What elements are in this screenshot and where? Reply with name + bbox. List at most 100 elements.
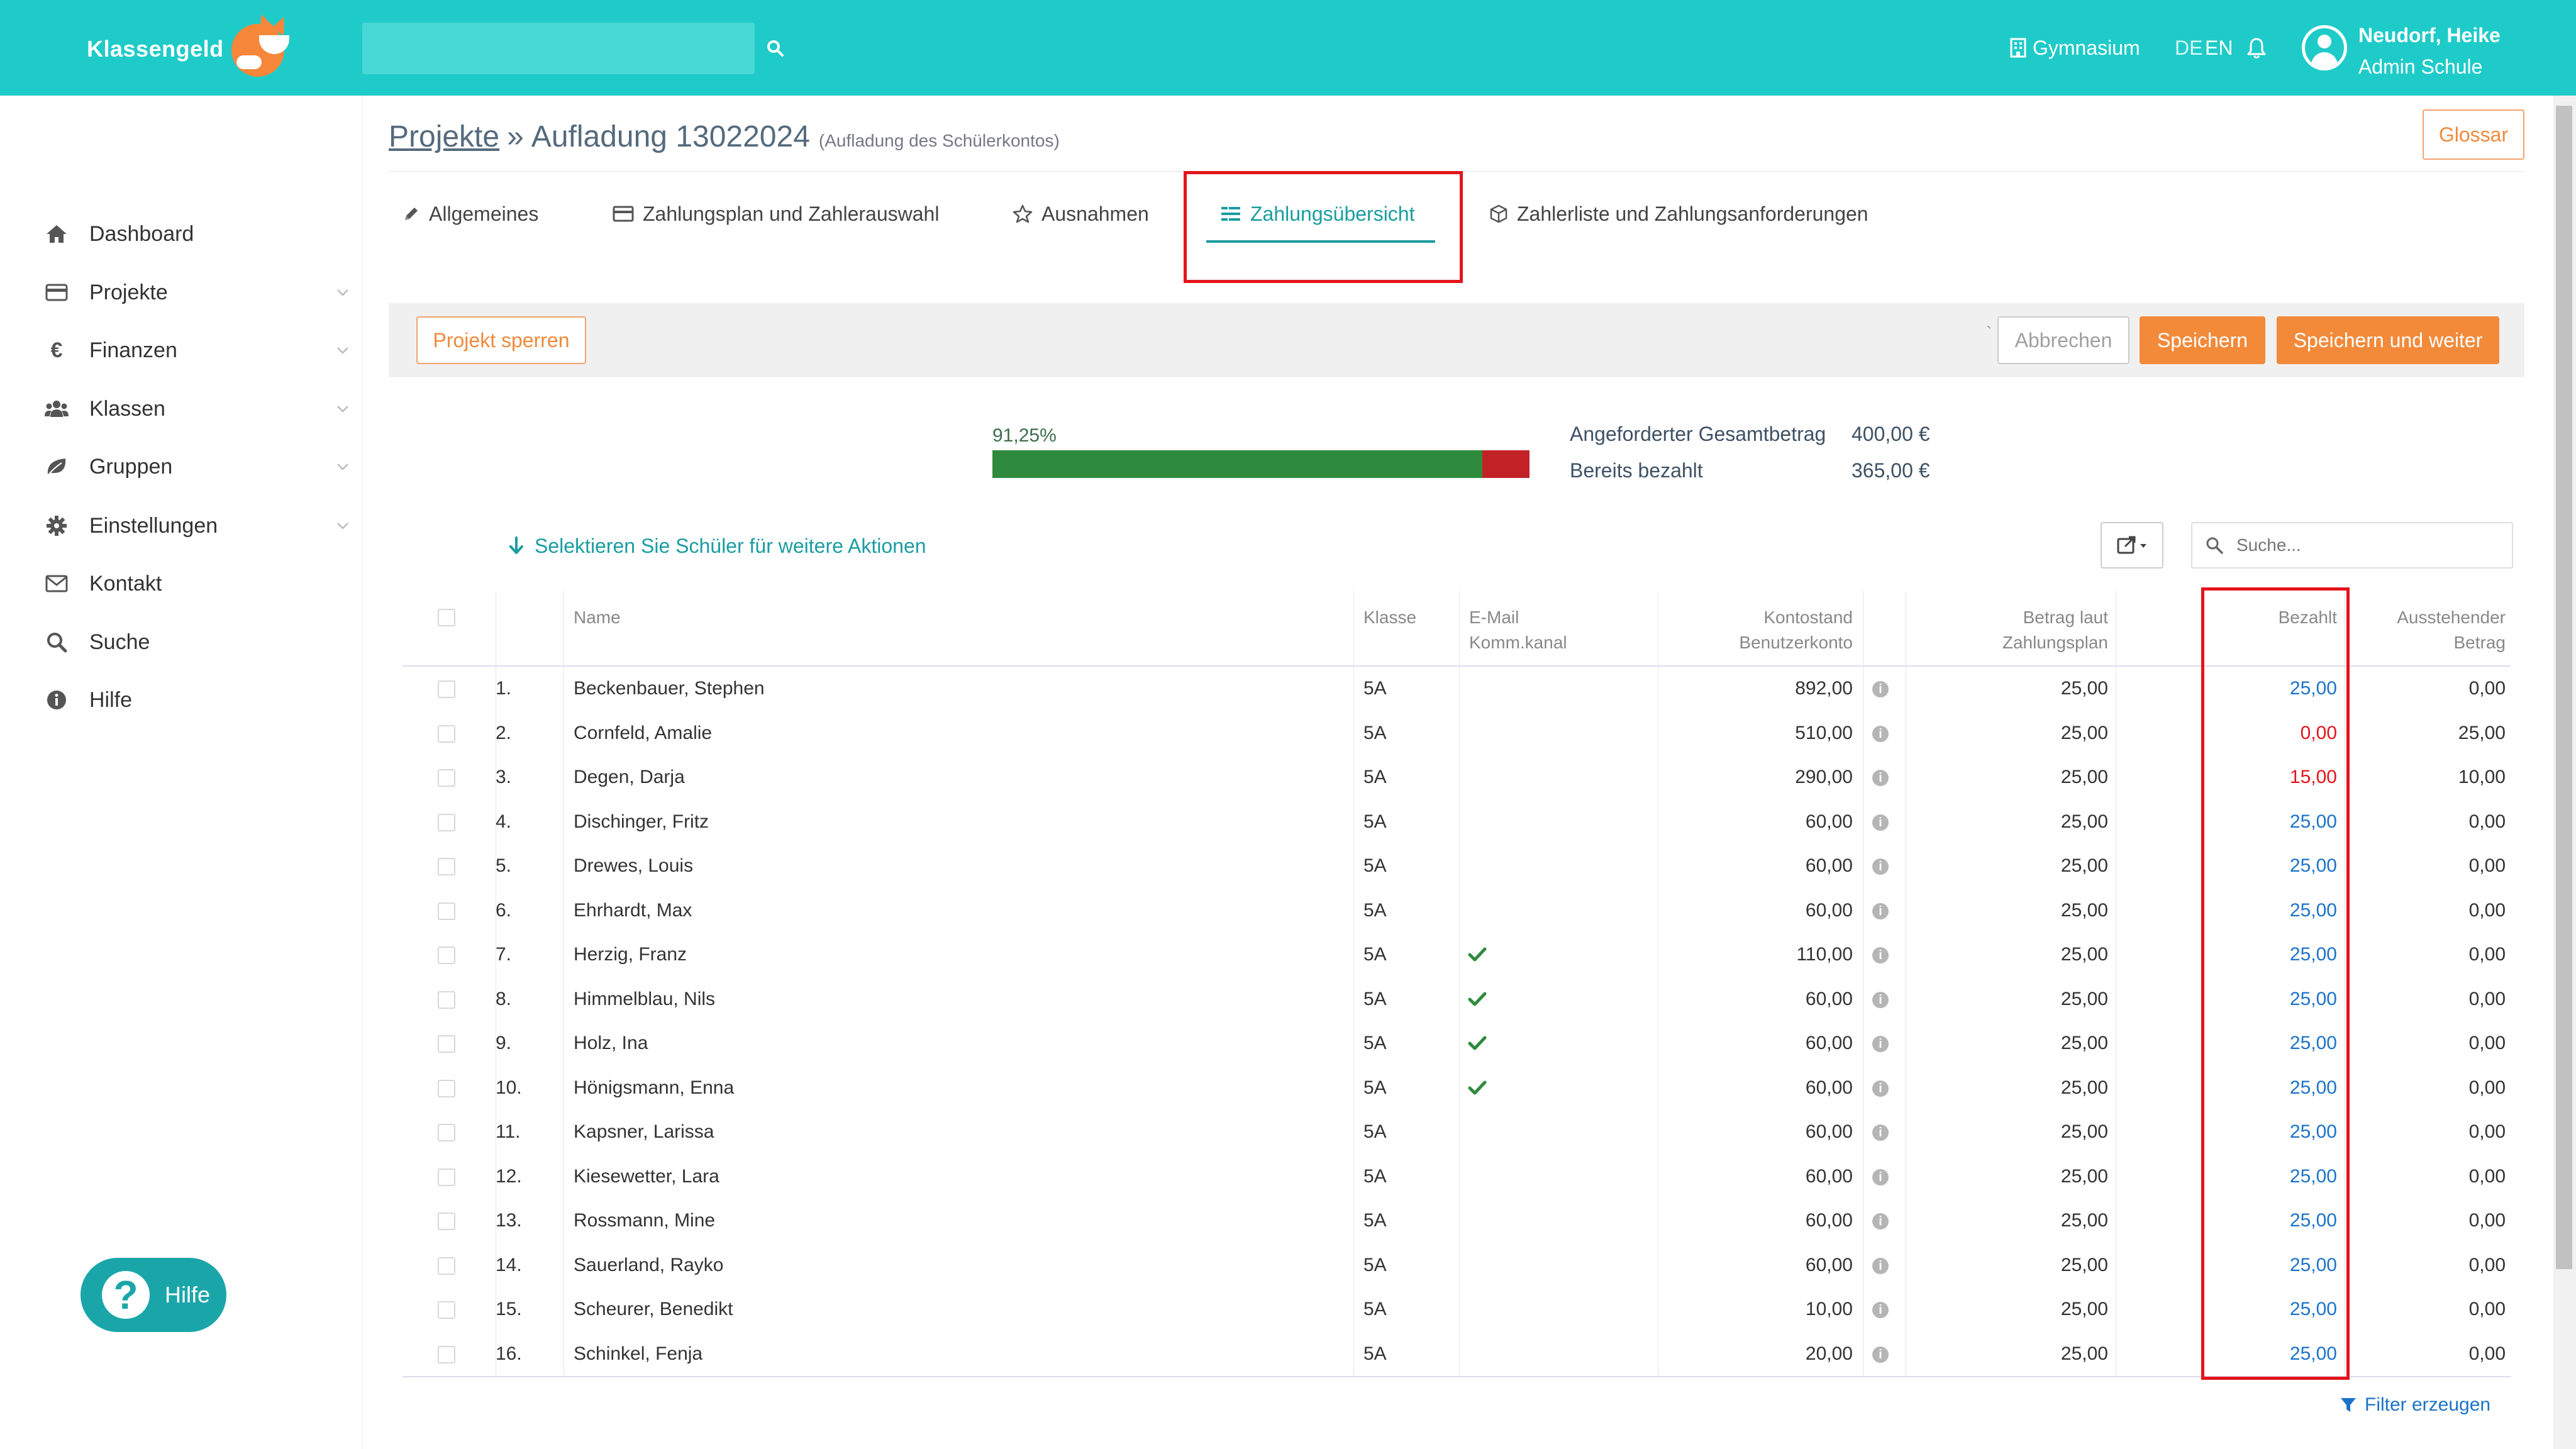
- check-icon: [1468, 1036, 1487, 1050]
- payment-progress-bar: [992, 450, 1530, 478]
- filter-link-label: Filter erzeugen: [2365, 1394, 2491, 1415]
- tab-zahlungsplan[interactable]: Zahlungsplan und Zahlerauswahl: [613, 195, 939, 233]
- sidebar-item-label: Klassen: [89, 396, 165, 421]
- cell-kontostand: 60,00: [1805, 855, 1853, 876]
- sidebar-item-hilfe[interactable]: Hilfe: [44, 675, 352, 725]
- row-checkbox[interactable]: [438, 902, 455, 920]
- row-checkbox[interactable]: [438, 724, 455, 743]
- row-checkbox[interactable]: [438, 680, 455, 698]
- cell-klasse: 5A: [1363, 988, 1387, 1009]
- cell-betrag-plan: 25,00: [2060, 1210, 2108, 1231]
- lang-en-link[interactable]: EN: [2205, 34, 2233, 62]
- sidebar-item-kontakt[interactable]: Kontakt: [44, 558, 352, 609]
- tab-zahlerliste[interactable]: Zahlerliste und Zahlungsanforderungen: [1489, 195, 1868, 233]
- cell-kontostand: 892,00: [1795, 678, 1853, 699]
- lang-de-link[interactable]: DE: [2175, 34, 2202, 62]
- euro-icon: €: [50, 338, 63, 362]
- pencil-icon: [405, 208, 418, 220]
- filter-create-link[interactable]: Filter erzeugen: [2340, 1391, 2490, 1419]
- cell-betrag-plan: 25,00: [2060, 1299, 2108, 1319]
- user-avatar-icon[interactable]: [2302, 25, 2347, 70]
- tab-ausnahmen[interactable]: Ausnahmen: [1013, 195, 1149, 233]
- payment-table: Name Klasse E-Mail Komm.kanal Kontostand B…: [402, 591, 2511, 1376]
- user-name[interactable]: Neudorf, Heike: [2358, 24, 2501, 47]
- col-header-klasse[interactable]: Klasse: [1363, 605, 1416, 630]
- tab-allgemeines[interactable]: Allgemeines: [402, 195, 538, 233]
- row-checkbox[interactable]: [438, 1124, 455, 1141]
- sidebar-item-finanzen[interactable]: € Finanzen: [44, 325, 352, 375]
- col-header-kontostand[interactable]: Kontostand Benutzerkonto: [1639, 605, 1853, 655]
- sidebar-item-suche[interactable]: Suche: [44, 617, 352, 667]
- breadcrumb-root-link[interactable]: Projekte: [389, 119, 499, 154]
- export-dropdown-button[interactable]: [2101, 522, 2163, 569]
- row-checkbox[interactable]: [438, 991, 455, 1009]
- table-search-input[interactable]: [2236, 535, 2501, 555]
- cell-klasse: 5A: [1363, 855, 1387, 876]
- cell-nr: 5.: [496, 855, 512, 876]
- global-search-input[interactable]: [362, 23, 755, 74]
- sidebar-item-projekte[interactable]: Projekte: [44, 267, 352, 318]
- lock-project-button[interactable]: Projekt sperren: [416, 316, 586, 364]
- cell-name: Himmelblau, Nils: [574, 988, 716, 1009]
- row-checkbox[interactable]: [438, 947, 455, 964]
- sidebar-item-einstellungen[interactable]: Einstellungen: [44, 501, 352, 551]
- help-floating-button[interactable]: ? Hilfe: [80, 1258, 226, 1332]
- save-and-next-button[interactable]: Speichern und weiter: [2277, 316, 2499, 364]
- table-row: 15. Scheurer, Benedikt 5A 10,00 i 25,00 25,00 0…: [402, 1287, 2511, 1332]
- row-checkbox[interactable]: [438, 1168, 455, 1186]
- gear-icon: [44, 513, 69, 538]
- col-header-plan[interactable]: Betrag laut Zahlungsplan: [1882, 605, 2108, 655]
- sidebar-item-label: Einstellungen: [89, 513, 218, 538]
- cell-klasse: 5A: [1363, 1121, 1387, 1142]
- arrow-down-icon: [509, 536, 523, 554]
- cell-nr: 4.: [496, 811, 512, 832]
- cell-nr: 13.: [496, 1210, 522, 1231]
- select-all-checkbox[interactable]: [438, 609, 455, 626]
- requested-total-label: Angeforderter Gesamtbetrag: [1570, 423, 1826, 445]
- row-checkbox[interactable]: [438, 769, 455, 787]
- row-checkbox[interactable]: [438, 1035, 455, 1053]
- brand-logo[interactable]: Klassengeld: [87, 11, 297, 77]
- glossar-button[interactable]: Glossar: [2423, 109, 2524, 160]
- scrollbar-thumb[interactable]: [2556, 106, 2572, 1269]
- bell-icon[interactable]: [2244, 35, 2269, 60]
- col-header-email[interactable]: E-Mail Komm.kanal: [1469, 605, 1567, 655]
- info-icon: [44, 687, 69, 713]
- cell-kontostand: 60,00: [1805, 988, 1853, 1009]
- fox-logo-icon: [231, 11, 297, 78]
- cell-nr: 2.: [496, 722, 512, 743]
- save-button[interactable]: Speichern: [2140, 316, 2265, 364]
- cube-icon: [1490, 204, 1507, 223]
- cell-klasse: 5A: [1363, 1210, 1387, 1231]
- row-checkbox[interactable]: [438, 813, 455, 831]
- cancel-button[interactable]: Abbrechen: [1997, 316, 2129, 364]
- cell-kontostand: 290,00: [1795, 767, 1853, 787]
- table-row: 16. Schinkel, Fenja 5A 20,00 i 25,00 25,00 0,00: [402, 1332, 2511, 1377]
- sidebar-item-klassen[interactable]: Klassen: [44, 384, 352, 434]
- sidebar-item-dashboard[interactable]: Dashboard: [44, 209, 352, 259]
- col-header-email-line2: Komm.kanal: [1469, 633, 1567, 652]
- col-header-name[interactable]: Name: [574, 605, 621, 630]
- user-role: Admin Schule: [2358, 55, 2483, 78]
- breadcrumb: Projekte » Aufladung 13022024 (Aufladung…: [389, 119, 1060, 164]
- card-icon: [44, 280, 69, 305]
- select-students-hint[interactable]: Selektieren Sie Schüler für weitere Akti…: [508, 532, 926, 560]
- row-checkbox[interactable]: [438, 1079, 455, 1097]
- table-search-box[interactable]: [2191, 522, 2513, 569]
- row-checkbox[interactable]: [438, 858, 455, 875]
- row-checkbox[interactable]: [438, 1213, 455, 1230]
- row-checkbox[interactable]: [438, 1257, 455, 1275]
- cell-nr: 9.: [496, 1033, 512, 1053]
- col-header-ausstehend-line2: Betrag: [2453, 633, 2506, 652]
- search-icon[interactable]: [760, 33, 791, 64]
- cell-kontostand: 510,00: [1795, 722, 1853, 743]
- col-header-plan-line2: Zahlungsplan: [2002, 633, 2108, 652]
- school-selector[interactable]: Gymnasium: [2010, 34, 2140, 62]
- row-checkbox[interactable]: [438, 1301, 455, 1319]
- cell-kontostand: 60,00: [1805, 1077, 1853, 1098]
- cell-name: Scheurer, Benedikt: [574, 1299, 733, 1319]
- sidebar-item-gruppen[interactable]: Gruppen: [44, 441, 352, 492]
- col-header-ausstehend-line1: Ausstehender: [2397, 608, 2506, 627]
- row-checkbox[interactable]: [438, 1345, 455, 1363]
- table-row: 11. Kapsner, Larissa 5A 60,00 i 25,00 25,00 0,0…: [402, 1110, 2511, 1155]
